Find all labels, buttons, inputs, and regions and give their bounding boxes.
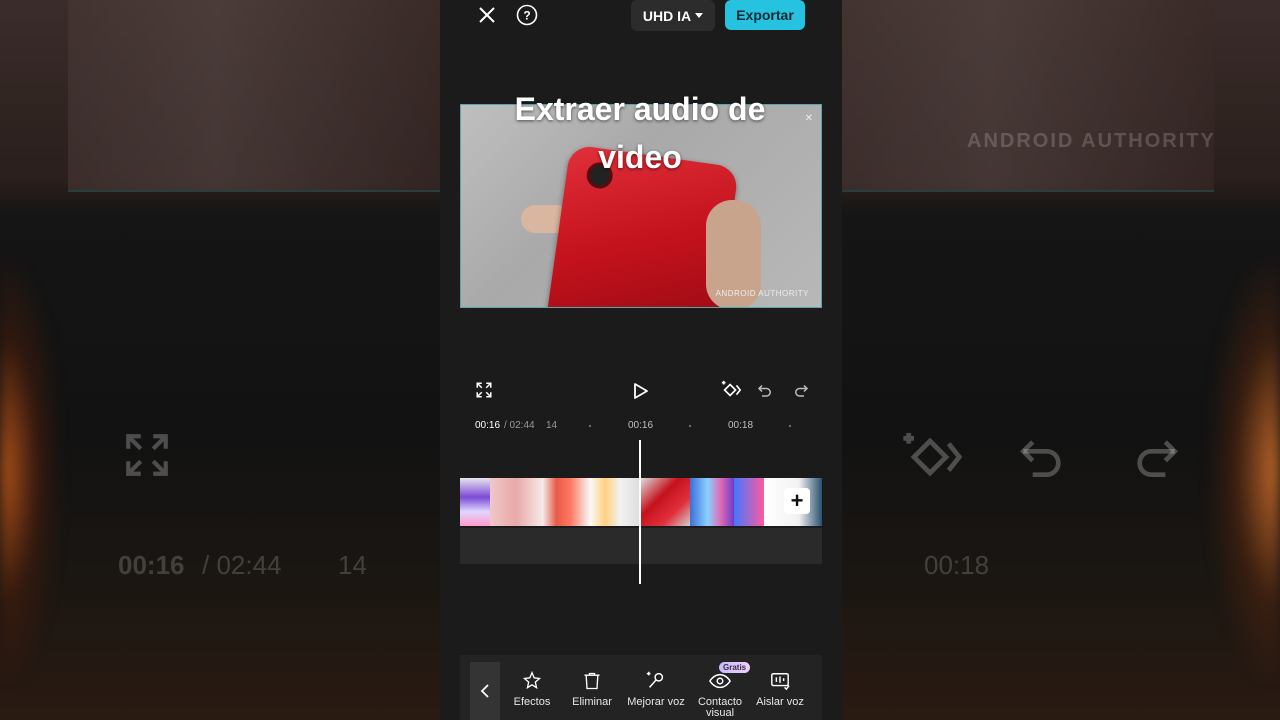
background-glow-left: [0, 260, 60, 680]
clip-thumbnail: [640, 478, 690, 526]
background-watermark: ANDROID AUTHORITY: [967, 130, 1216, 152]
play-button[interactable]: [629, 380, 651, 402]
svg-text:?: ?: [523, 9, 530, 23]
effects-icon: [522, 663, 542, 691]
ruler-dot: [689, 425, 691, 427]
keyframe-button[interactable]: [719, 378, 743, 402]
clip-thumbnail: [734, 478, 764, 526]
play-icon: [634, 383, 648, 399]
ruler-tick-18: 00:18: [728, 420, 754, 431]
background-glow-right: [1210, 260, 1280, 680]
caret-down-icon: [695, 12, 704, 18]
tool-isolate-voice[interactable]: Aislar voz: [748, 655, 812, 720]
background-left-panel: 00:16 / 02:44 14: [0, 0, 440, 720]
tool-label: Contacto visual: [697, 696, 743, 719]
help-button[interactable]: ?: [515, 3, 539, 27]
quality-label: UHD IA: [642, 7, 692, 24]
background-next-time: 00:18: [924, 550, 990, 580]
redo-button[interactable]: [790, 379, 812, 401]
trash-icon: [582, 663, 602, 691]
background-video-right: [842, 0, 1214, 192]
fullscreen-icon-bg: [122, 430, 172, 485]
playhead[interactable]: [639, 440, 641, 584]
playback-controls: [440, 372, 842, 408]
quality-dropdown[interactable]: UHD IA: [631, 0, 715, 31]
undo-button[interactable]: [754, 379, 776, 401]
help-icon: ?: [516, 4, 538, 26]
overlay-title-line1: Extraer audio de: [514, 91, 766, 127]
overlay-title: Extraer audio de video: [470, 85, 810, 181]
clip-thumbnail: [690, 478, 734, 526]
isolate-voice-icon: [769, 663, 791, 691]
undo-icon: [757, 384, 771, 397]
close-button[interactable]: [475, 3, 499, 27]
ruler-dot: [589, 425, 591, 427]
background-total-time: / 02:44: [202, 550, 282, 580]
tool-label: Efectos: [513, 696, 551, 708]
fullscreen-icon: [476, 382, 492, 398]
close-icon: [479, 7, 495, 23]
clip-thumbnail: [490, 478, 542, 526]
chevron-left-icon: [480, 684, 489, 698]
bottom-toolbar: Efectos Eliminar Mejorar voz Contacto vi…: [460, 655, 822, 720]
tool-effects[interactable]: Efectos: [500, 655, 564, 720]
clip-thumbnail: [590, 478, 640, 526]
keyframe-icon-bg: [898, 425, 963, 494]
ruler-tick-14: 14: [546, 420, 558, 431]
redo-icon: [795, 384, 809, 397]
editor-screen: ? UHD IA Exportar ✕ ANDROID AUTHORITY Ex…: [440, 0, 842, 720]
free-badge: Gratis: [719, 662, 751, 673]
tool-label: Mejorar voz: [627, 696, 685, 708]
export-button[interactable]: Exportar: [725, 0, 805, 30]
background-right-panel: ANDROID AUTHORITY 00:18: [842, 0, 1280, 720]
tool-enhance-voice[interactable]: Mejorar voz: [624, 655, 688, 720]
top-bar: ? UHD IA Exportar: [440, 0, 842, 36]
tool-label: Eliminar: [572, 696, 612, 708]
ruler-tick-16: 00:16: [628, 420, 654, 431]
background-tick: 14: [338, 550, 367, 580]
background-video-left: [68, 0, 440, 192]
video-clip-strip[interactable]: [460, 478, 822, 526]
tool-label: Aislar voz: [756, 696, 804, 708]
fullscreen-button[interactable]: [474, 380, 494, 400]
tool-delete[interactable]: Eliminar: [560, 655, 624, 720]
keyframe-icon: [721, 380, 742, 397]
clip-thumbnail: [460, 478, 490, 526]
overlay-title-line2: video: [598, 139, 682, 175]
undo-icon-bg: [1014, 428, 1070, 489]
back-button[interactable]: [470, 662, 500, 720]
redo-icon-bg: [1128, 428, 1184, 489]
audio-track-lane[interactable]: [460, 528, 822, 564]
background-current-time: 00:16: [118, 550, 185, 580]
current-time: 00:16: [475, 420, 501, 431]
enhance-voice-icon: [645, 663, 667, 691]
preview-watermark: ANDROID AUTHORITY: [715, 289, 809, 298]
total-time: / 02:44: [504, 420, 535, 431]
time-ruler: 00:16 / 02:44 14 00:16 00:18: [460, 416, 822, 438]
ruler-dot: [789, 425, 791, 427]
add-clip-button[interactable]: +: [784, 488, 810, 514]
clip-thumbnail: [542, 478, 590, 526]
